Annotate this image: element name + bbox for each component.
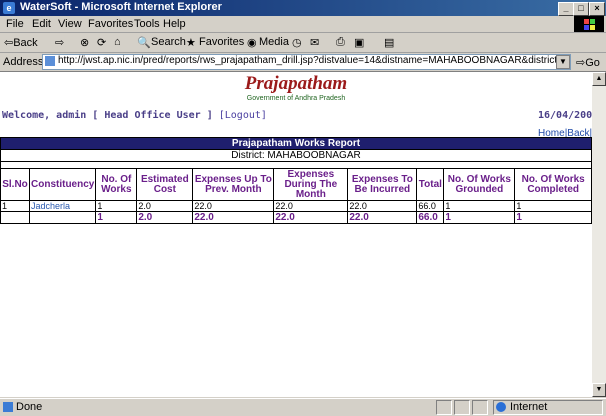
col-header-total: Total xyxy=(416,168,445,201)
forward-button[interactable]: ⇨ xyxy=(55,36,64,49)
col-header-prev-month: Expenses Up To Prev. Month xyxy=(192,168,275,201)
col-header-grounded: No. Of Works Grounded xyxy=(443,168,516,201)
search-button[interactable]: Search xyxy=(151,36,186,48)
status-text: Done xyxy=(16,401,43,413)
toolbar: ⇦Back ⇨ ⊗ ⟳ ⌂ 🔍 Search ★ Favorites ◉ Med… xyxy=(0,33,606,53)
report-date: 16/04/2007 xyxy=(538,110,592,121)
favorites-button[interactable]: Favorites xyxy=(199,36,244,48)
total-slno xyxy=(0,211,30,224)
site-header: Prajapatham Government of Andhra Pradesh xyxy=(0,72,592,102)
stop-icon[interactable]: ⊗ xyxy=(80,36,89,49)
logout-link[interactable]: [Logout] xyxy=(219,110,267,121)
menu-edit[interactable]: Edit xyxy=(32,18,51,30)
cell-prev-month: 22.0 xyxy=(192,200,275,212)
scroll-up-icon[interactable]: ▲ xyxy=(592,72,606,86)
zone-indicator: Internet xyxy=(493,400,603,415)
maximize-button[interactable]: □ xyxy=(573,2,589,16)
gov-subtitle: Government of Andhra Pradesh xyxy=(246,95,346,102)
total-works: 1 xyxy=(95,211,138,224)
globe-icon xyxy=(496,402,506,412)
district-label: District: MAHABOOBNAGAR xyxy=(0,149,592,162)
page-done-icon xyxy=(3,402,13,412)
media-icon[interactable]: ◉ xyxy=(247,36,257,49)
menu-bar: File Edit View Favorites Tools Help xyxy=(0,16,606,33)
col-header-constituency: Constituency xyxy=(28,168,97,201)
history-icon[interactable]: ◷ xyxy=(292,36,302,49)
window-title: WaterSoft - Microsoft Internet Explorer xyxy=(20,1,222,13)
works-report-table: Prajapatham Works Report District: MAHAB… xyxy=(0,137,592,224)
cell-grounded: 1 xyxy=(443,200,516,212)
brand-title: Prajapatham xyxy=(244,73,348,94)
status-pane xyxy=(436,400,452,415)
cell-during-month: 22.0 xyxy=(273,200,349,212)
cell-slno: 1 xyxy=(0,200,30,212)
zone-label: Internet xyxy=(510,401,548,413)
col-header-slno: Sl.No xyxy=(0,168,30,201)
report-title: Prajapatham Works Report xyxy=(0,137,592,150)
back-button[interactable]: ⇦Back xyxy=(4,36,38,49)
print-icon[interactable]: ⎙ xyxy=(336,36,345,49)
page-icon xyxy=(45,56,55,66)
col-header-estimated: Estimated Cost xyxy=(136,168,194,201)
page-content: Prajapatham Government of Andhra Pradesh… xyxy=(0,72,592,397)
menu-favorites[interactable]: Favorites xyxy=(88,18,133,30)
window-titlebar: e WaterSoft - Microsoft Internet Explore… xyxy=(0,0,606,16)
favorites-icon[interactable]: ★ xyxy=(186,36,196,49)
address-bar: Address http://jwst.ap.nic.in/pred/repor… xyxy=(0,53,606,72)
constituency-link[interactable]: Jadcherla xyxy=(28,200,97,212)
vertical-scrollbar[interactable]: ▲ ▼ xyxy=(592,72,606,397)
cell-works: 1 xyxy=(95,200,138,212)
search-icon[interactable]: 🔍 xyxy=(137,36,151,49)
total-total: 66.0 xyxy=(416,211,445,224)
ie-icon: e xyxy=(3,2,15,14)
menu-file[interactable]: File xyxy=(6,18,24,30)
refresh-icon[interactable]: ⟳ xyxy=(97,36,106,49)
total-constituency xyxy=(28,211,97,224)
total-completed: 1 xyxy=(514,211,592,224)
menu-help[interactable]: Help xyxy=(163,18,186,30)
status-bar: Done Internet xyxy=(0,398,606,416)
minimize-button[interactable]: _ xyxy=(558,2,574,16)
total-grounded: 1 xyxy=(443,211,516,224)
status-pane xyxy=(472,400,488,415)
close-button[interactable]: × xyxy=(589,2,605,16)
status-pane xyxy=(454,400,470,415)
total-to-incur: 22.0 xyxy=(347,211,418,224)
cell-estimated: 2.0 xyxy=(136,200,194,212)
address-input[interactable]: http://jwst.ap.nic.in/pred/reports/rws_p… xyxy=(42,54,571,70)
go-button[interactable]: ⇨Go xyxy=(576,56,600,69)
address-dropdown-icon[interactable]: ▼ xyxy=(556,55,570,69)
totals-row: 1 2.0 22.0 22.0 22.0 66.0 1 1 xyxy=(0,211,592,224)
edit-icon[interactable]: ▣ xyxy=(354,36,364,49)
total-estimated: 2.0 xyxy=(136,211,194,224)
address-url[interactable]: http://jwst.ap.nic.in/pred/reports/rws_p… xyxy=(58,55,570,66)
col-header-during-month: Expenses During The Month xyxy=(273,168,349,201)
media-button[interactable]: Media xyxy=(259,36,289,48)
cell-to-incur: 22.0 xyxy=(347,200,418,212)
total-during-month: 22.0 xyxy=(273,211,349,224)
col-header-works: No. Of Works xyxy=(95,168,138,201)
welcome-user: Welcome, admin [ Head Office User ] xyxy=(2,110,213,121)
home-icon[interactable]: ⌂ xyxy=(114,36,121,48)
address-label: Address xyxy=(3,56,44,68)
welcome-text: Welcome, admin [ Head Office User ] [Log… xyxy=(2,110,267,121)
col-header-completed: No. Of Works Completed xyxy=(514,168,592,201)
menu-view[interactable]: View xyxy=(58,18,82,30)
go-label[interactable]: Go xyxy=(585,57,600,69)
mail-icon[interactable]: ✉ xyxy=(310,36,319,49)
menu-tools[interactable]: Tools xyxy=(134,18,160,30)
col-header-to-incur: Expenses To Be Incurred xyxy=(347,168,418,201)
table-row: 1 Jadcherla 1 2.0 22.0 22.0 22.0 66.0 1 … xyxy=(0,200,592,212)
windows-logo-icon xyxy=(574,16,604,32)
cell-total: 66.0 xyxy=(416,200,445,212)
total-prev-month: 22.0 xyxy=(192,211,275,224)
discuss-icon[interactable]: ▤ xyxy=(384,36,394,49)
cell-completed: 1 xyxy=(514,200,592,212)
scroll-down-icon[interactable]: ▼ xyxy=(592,383,606,397)
